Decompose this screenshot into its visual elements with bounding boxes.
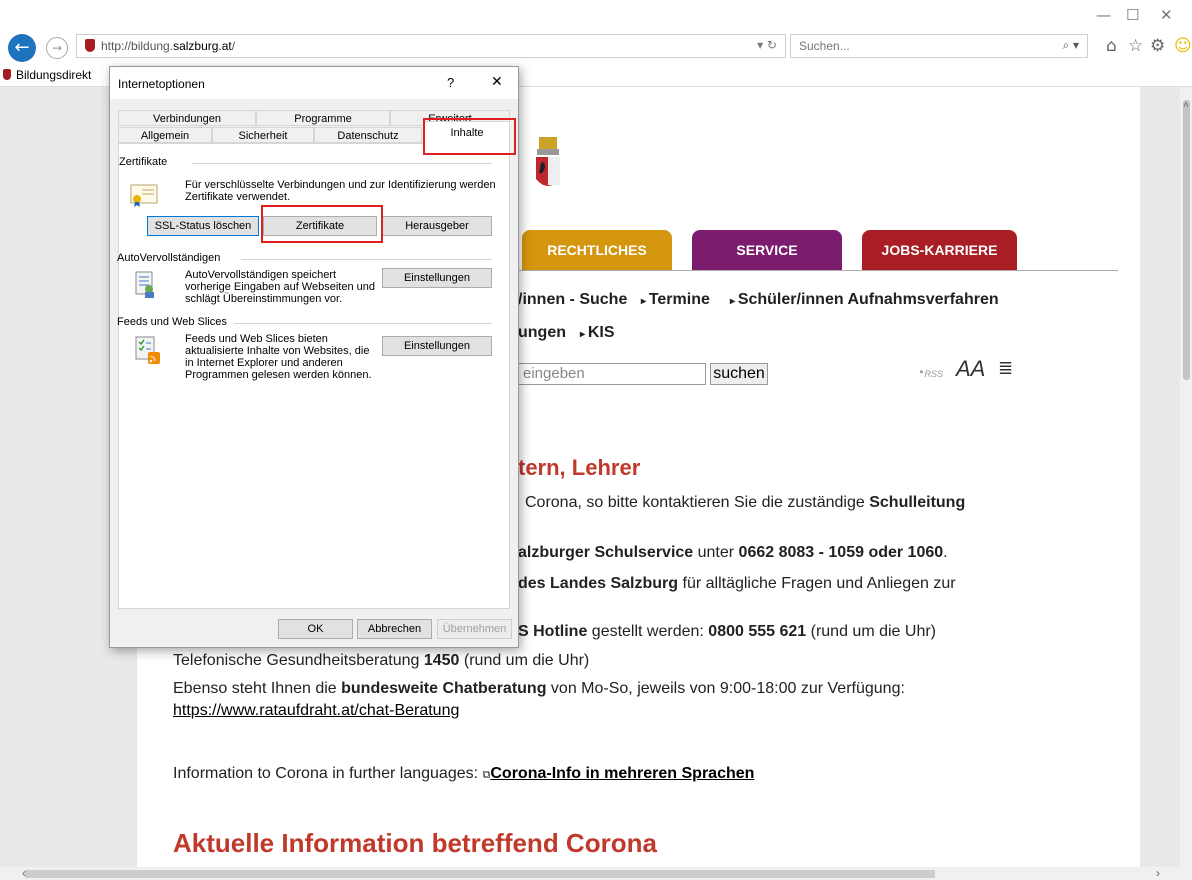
paragraph-1: Corona, so bitte kontaktieren Sie die zu…: [525, 494, 966, 511]
dialog-close-button[interactable]: ✕: [491, 74, 503, 90]
search-input[interactable]: [797, 38, 1031, 54]
quick-link-kis[interactable]: ▸ KIS: [580, 324, 614, 342]
ok-button[interactable]: OK: [278, 619, 353, 639]
corona-info-link[interactable]: Corona-Info in mehreren Sprachen: [490, 765, 754, 782]
paragraph-7: Information to Corona in further languag…: [173, 765, 755, 782]
page-margin-right: [1140, 87, 1180, 867]
quick-link-termine[interactable]: ▸ Termine: [641, 291, 710, 309]
tab-programme[interactable]: Programme: [256, 110, 390, 126]
site-favicon-icon: [85, 39, 95, 52]
group-line: [192, 163, 492, 164]
tab-allgemein[interactable]: Allgemein: [118, 127, 212, 143]
scroll-left-icon[interactable]: ‹: [22, 866, 26, 880]
uebernehmen-button[interactable]: Übernehmen: [437, 619, 512, 639]
back-button[interactable]: ←: [8, 34, 36, 62]
tab-title: Bildungsdirekt: [16, 68, 92, 82]
search-icon[interactable]: ⌕ ▾: [1062, 38, 1079, 53]
nav-tab-jobs-karriere[interactable]: JOBS-KARRIERE: [862, 230, 1017, 270]
home-icon[interactable]: ⌂: [1106, 36, 1117, 56]
content-heading: tern, Lehrer: [518, 455, 641, 480]
site-search-input[interactable]: eingeben: [518, 363, 706, 385]
browser-tab[interactable]: Bildungsdirekt: [0, 64, 91, 86]
address-bar[interactable]: http://bildung.salzburg.at/ ▾ ↻: [76, 34, 786, 58]
browser-search-box[interactable]: ⌕ ▾: [790, 34, 1088, 58]
font-size-toggle[interactable]: AA: [956, 356, 985, 382]
smiley-feedback-icon[interactable]: ☺: [1174, 36, 1192, 56]
dialog-title: Internetoptionen: [118, 77, 205, 91]
forward-button[interactable]: →: [46, 37, 68, 59]
feeds-description: Feeds und Web Slices bieten aktualisiert…: [185, 333, 372, 381]
scroll-up-icon[interactable]: ˄: [1183, 100, 1189, 111]
close-window-icon[interactable]: ✕: [1160, 6, 1173, 24]
nav-tab-service[interactable]: SERVICE: [692, 230, 842, 270]
auto-description: AutoVervollständigen speichert vorherige…: [185, 269, 375, 305]
highlight-inhalte-tab: [423, 118, 516, 155]
quick-link-suche[interactable]: /innen - Suche: [518, 291, 627, 309]
certificate-icon: [130, 184, 158, 207]
auto-einstellungen-button[interactable]: Einstellungen: [382, 268, 492, 288]
paragraph-5: Telefonische Gesundheitsberatung 1450 (r…: [173, 652, 590, 669]
tab-sicherheit[interactable]: Sicherheit: [212, 127, 314, 143]
chat-beratung-link[interactable]: https://www.rataufdraht.at/chat-Beratung: [173, 702, 459, 720]
feeds-icon: [135, 336, 160, 364]
internet-options-dialog: Internetoptionen ? ✕ Verbindungen Progra…: [109, 66, 519, 648]
tab-datenschutz[interactable]: Datenschutz: [314, 127, 422, 143]
autocomplete-icon: [135, 271, 154, 298]
scroll-right-icon[interactable]: ›: [1156, 866, 1160, 880]
salzburg-crest-logo: [536, 137, 560, 186]
nav-divider: [518, 270, 1118, 271]
print-icon[interactable]: ≣: [998, 358, 1013, 379]
paragraph-6: Ebenso steht Ihnen die bundesweite Chatb…: [173, 680, 905, 697]
feeds-einstellungen-button[interactable]: Einstellungen: [382, 336, 492, 356]
help-button[interactable]: ?: [447, 75, 454, 90]
horizontal-scroll-thumb[interactable]: [25, 870, 935, 878]
paragraph-3: des Landes Salzburg für alltägliche Frag…: [518, 575, 956, 592]
ssl-status-loeschen-button[interactable]: SSL-Status löschen: [147, 216, 259, 236]
quick-link-ungen[interactable]: ungen: [518, 324, 566, 342]
herausgeber-button[interactable]: Herausgeber: [382, 216, 492, 236]
cert-description: Für verschlüsselte Verbindungen und zur …: [185, 179, 496, 203]
group-zertifikate: Zertifikate: [119, 156, 168, 168]
group-feeds: Feeds und Web Slices: [117, 316, 227, 328]
tab-favicon-icon: [3, 69, 11, 80]
group-line: [241, 259, 492, 260]
tab-verbindungen[interactable]: Verbindungen: [118, 110, 256, 126]
refresh-dropdown-icon[interactable]: ▾ ↻: [757, 38, 777, 52]
dialog-titlebar[interactable]: Internetoptionen ? ✕: [110, 67, 518, 99]
rss-icon[interactable]: ◔RSS: [916, 364, 943, 380]
group-autovervollstaendigen: AutoVervollständigen: [117, 252, 221, 264]
paragraph-2: alzburger Schulservice unter 0662 8083 -…: [518, 544, 948, 561]
paragraph-4: S Hotline gestellt werden: 0800 555 621 …: [518, 623, 936, 640]
vertical-scroll-thumb[interactable]: [1183, 100, 1190, 380]
nav-tab-rechtliches[interactable]: RECHTLICHES: [522, 230, 672, 270]
quick-link-aufnahmsverfahren[interactable]: ▸ Schüler/innen Aufnahmsverfahren: [730, 291, 999, 309]
settings-gear-icon[interactable]: ⚙: [1150, 36, 1165, 56]
minimize-icon[interactable]: —: [1096, 6, 1111, 24]
maximize-icon[interactable]: ☐: [1126, 6, 1139, 24]
highlight-zertifikate-button: [261, 205, 383, 243]
favorites-star-icon[interactable]: ☆: [1128, 36, 1143, 56]
site-search-button[interactable]: suchen: [710, 363, 768, 385]
address-url: http://bildung.salzburg.at/: [101, 39, 236, 53]
group-line: [234, 323, 492, 324]
section-heading-corona: Aktuelle Information betreffend Corona: [173, 828, 657, 858]
abbrechen-button[interactable]: Abbrechen: [357, 619, 432, 639]
